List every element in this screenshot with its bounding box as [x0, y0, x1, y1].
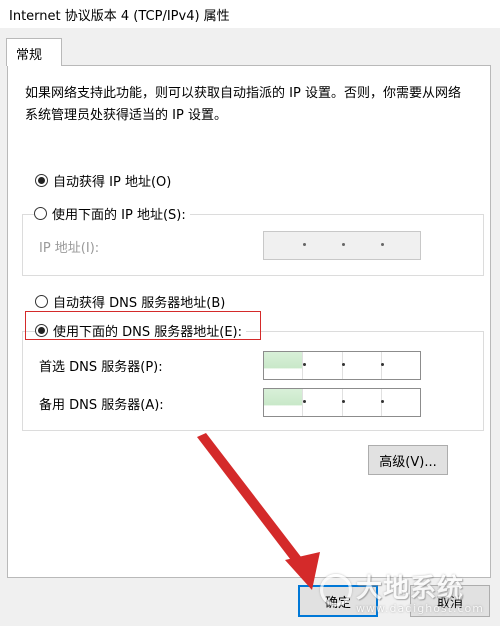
- ip-address-input: [263, 231, 421, 260]
- advanced-button[interactable]: 高级(V)...: [368, 445, 448, 475]
- description-text: 如果网络支持此功能，则可以获取自动指派的 IP 设置。否则，你需要从网络系统管理…: [25, 86, 461, 123]
- manual-ip-radio[interactable]: 使用下面的 IP 地址(S):: [34, 204, 190, 223]
- tab-general[interactable]: 常规: [6, 38, 62, 66]
- auto-dns-radio-circle[interactable]: [35, 295, 48, 308]
- manual-ip-radio-circle[interactable]: [34, 207, 47, 220]
- ip-seg-1: [264, 232, 303, 259]
- tab-general-label: 常规: [16, 48, 43, 63]
- pdns-seg-1[interactable]: [264, 352, 304, 379]
- adns-seg-2[interactable]: [303, 389, 343, 416]
- manual-ip-label: 使用下面的 IP 地址(S):: [52, 208, 186, 223]
- watermark-subtext: www.dadighost.com: [356, 602, 484, 615]
- adns-seg-3[interactable]: [343, 389, 382, 416]
- preferred-dns-label: 首选 DNS 服务器(P):: [39, 360, 163, 375]
- watermark: 大地系统 www.dadighost.com: [320, 568, 498, 620]
- pdns-seg-3[interactable]: [343, 352, 382, 379]
- auto-dns-radio[interactable]: 自动获得 DNS 服务器地址(B): [35, 292, 230, 311]
- watermark-logo-icon: [320, 574, 352, 606]
- alternate-dns-input[interactable]: [263, 388, 421, 417]
- alternate-dns-label: 备用 DNS 服务器(A):: [39, 398, 164, 413]
- highlight-box: [25, 311, 261, 340]
- ip-address-label: IP 地址(I):: [39, 241, 100, 256]
- pdns-seg-4[interactable]: [382, 352, 420, 379]
- pdns-seg-2[interactable]: [303, 352, 343, 379]
- adns-seg-1[interactable]: [264, 389, 304, 416]
- ip-seg-3: [342, 232, 381, 259]
- preferred-dns-input[interactable]: [263, 351, 421, 380]
- auto-ip-radio-circle[interactable]: [35, 174, 48, 187]
- window-title: Internet 协议版本 4 (TCP/IPv4) 属性: [9, 9, 230, 24]
- ip-seg-4: [381, 232, 420, 259]
- auto-dns-label: 自动获得 DNS 服务器地址(B): [53, 296, 226, 311]
- ip-seg-2: [303, 232, 342, 259]
- title-bar: Internet 协议版本 4 (TCP/IPv4) 属性: [0, 0, 500, 28]
- auto-ip-label: 自动获得 IP 地址(O): [53, 175, 172, 190]
- auto-ip-radio[interactable]: 自动获得 IP 地址(O): [35, 171, 176, 190]
- adns-seg-4[interactable]: [382, 389, 420, 416]
- watermark-text: 大地系统: [356, 574, 465, 604]
